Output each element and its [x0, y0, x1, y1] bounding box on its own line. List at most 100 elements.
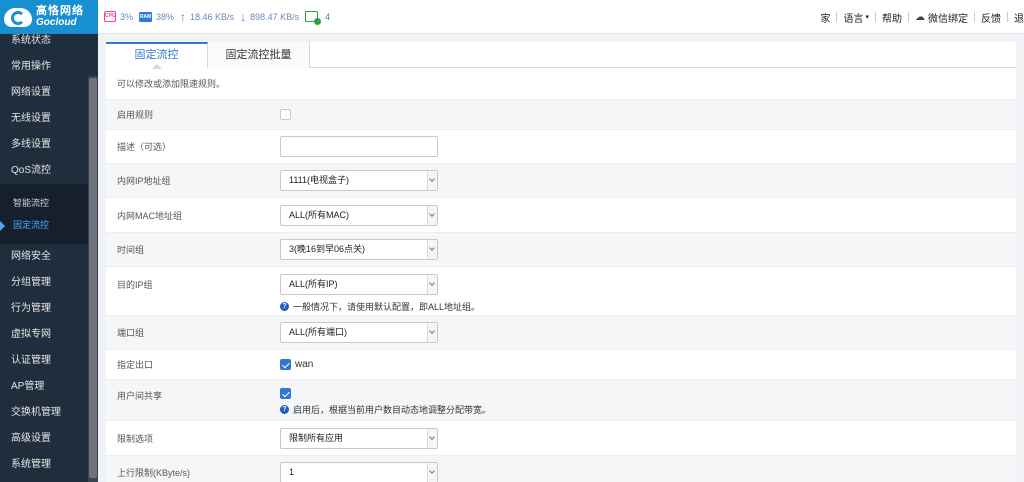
time-group-label: 时间组	[117, 245, 145, 255]
online-devices-icon	[305, 11, 322, 25]
chevron-down-icon	[427, 323, 437, 342]
mac-group-label: 内网MAC地址组	[117, 210, 182, 221]
wechat-bind-label: 微信绑定	[928, 13, 968, 25]
sidebar-item-groups[interactable]: 分组管理	[0, 270, 98, 296]
sidebar-item-vpn[interactable]: 虚拟专网	[0, 322, 98, 348]
share-checkbox[interactable]	[280, 388, 291, 399]
download-value: 898.47 KB/s	[250, 11, 300, 22]
sidebar-scrollbar-thumb[interactable]	[89, 78, 97, 478]
limit-option-label: 限制选项	[117, 433, 154, 444]
ip-group-label: 内网IP地址组	[117, 176, 171, 186]
port-group-select[interactable]: ALL(所有端口)	[280, 322, 438, 343]
wechat-bind-link[interactable]: ☁ 微信绑定	[909, 10, 974, 25]
page-description: 可以修改或添加限速规则。	[106, 68, 1016, 100]
feedback-link[interactable]: 反馈	[975, 10, 1007, 25]
row-time-group: 时间组 3(晚16到早06点关)	[106, 233, 1016, 267]
row-enable: 启用规则	[106, 100, 1016, 130]
row-dest-ip: 目的IP组 ALL(所有IP) ? 一般情况下，请使用默认配置，即ALL地址组。	[106, 267, 1016, 316]
dest-ip-select[interactable]: ALL(所有IP)	[280, 274, 438, 295]
row-upload-limit: 上行限制(KByte/s) 1	[106, 456, 1016, 482]
devices-count: 4	[325, 11, 331, 22]
limit-option-select[interactable]: 限制所有应用	[280, 427, 438, 449]
download-stat: ↓ 898.47 KB/s	[240, 10, 299, 24]
language-label: 语言	[843, 13, 864, 25]
row-limit-option: 限制选项 限制所有应用	[106, 421, 1016, 456]
sidebar-item-system-mgmt[interactable]: 系统管理	[0, 452, 98, 478]
sidebar-item-auth[interactable]: 认证管理	[0, 348, 98, 374]
upload-arrow-icon: ↑	[180, 9, 187, 24]
outlet-label: 指定出口	[117, 360, 154, 370]
wechat-icon: ☁	[915, 11, 925, 23]
sidebar-item-wireless[interactable]: 无线设置	[0, 106, 98, 132]
wan-label: wan	[295, 359, 314, 370]
share-label: 用户间共享	[117, 391, 163, 401]
time-group-select[interactable]: 3(晚16到早06点关)	[280, 239, 438, 260]
dest-ip-hint: ? 一般情况下，请使用默认配置，即ALL地址组。	[280, 300, 480, 313]
upload-limit-label: 上行限制(KByte/s)	[117, 468, 191, 478]
sidebar-subitem-smart-flow[interactable]: 智能流控	[0, 192, 98, 214]
question-icon: ?	[280, 405, 289, 414]
chevron-down-icon	[427, 171, 437, 190]
dest-ip-value: ALL(所有IP)	[289, 279, 338, 289]
description-label: 描述（可选）	[117, 142, 172, 152]
download-arrow-icon: ↓	[240, 9, 247, 24]
logout-link[interactable]: 退	[1008, 10, 1024, 25]
row-outlet: 指定出口 wan	[106, 350, 1016, 380]
row-share: 用户间共享 ? 启用后，根据当前用户数目动态地调整分配带宽。	[106, 380, 1016, 421]
sidebar-item-security[interactable]: 网络安全	[0, 244, 98, 270]
sidebar-item-switch[interactable]: 交换机管理	[0, 400, 98, 426]
sidebar-item-advanced[interactable]: 高级设置	[0, 426, 98, 452]
dest-ip-hint-text: 一般情况下，请使用默认配置，即ALL地址组。	[293, 302, 481, 312]
enable-rule-checkbox[interactable]	[280, 109, 291, 120]
user-menu[interactable]: 家	[814, 10, 836, 25]
ram-value: 38%	[156, 11, 175, 22]
active-indicator-icon	[0, 221, 5, 231]
ram-icon: RAM	[139, 11, 153, 22]
mac-group-value: ALL(所有MAC)	[289, 209, 350, 220]
row-description: 描述（可选）	[106, 130, 1016, 164]
sidebar-subitem-fixed-flow[interactable]: 固定流控	[0, 214, 98, 236]
upload-value: 18.46 KB/s	[190, 11, 235, 22]
tab-bar: 固定流控 固定流控批量	[106, 42, 1016, 69]
chevron-down-icon	[427, 275, 437, 294]
port-group-value: ALL(所有端口)	[289, 327, 348, 337]
sidebar-item-behavior[interactable]: 行为管理	[0, 296, 98, 322]
description-input[interactable]	[280, 136, 438, 157]
upload-limit-value: 1	[289, 467, 295, 477]
row-mac-group: 内网MAC地址组 ALL(所有MAC)	[106, 198, 1016, 233]
sidebar-item-network[interactable]: 网络设置	[0, 80, 98, 106]
sidebar-item-system-status[interactable]: 系统状态	[0, 28, 98, 54]
top-right-menu: 家 语言 ▾ 帮助 ☁ 微信绑定 反馈 退	[814, 0, 1024, 34]
tab-fixed-flow[interactable]: 固定流控	[106, 42, 208, 69]
sidebar-item-ap[interactable]: AP管理	[0, 374, 98, 400]
upload-stat: ↑ 18.46 KB/s	[180, 10, 234, 24]
share-hint: ? 启用后，根据当前用户数目动态地调整分配带宽。	[280, 403, 491, 416]
ip-group-value: 1111(电视盒子)	[289, 175, 350, 185]
brand-name-en: Gocloud	[36, 17, 77, 28]
devices-stat[interactable]: 4	[305, 11, 331, 25]
port-group-label: 端口组	[117, 328, 145, 338]
cpu-stat: CPU 3%	[104, 11, 133, 22]
chevron-down-icon	[427, 463, 437, 482]
tab-fixed-flow-batch[interactable]: 固定流控批量	[208, 42, 310, 68]
top-bar: CPU 3% RAM 38% ↑ 18.46 KB/s ↓ 898.47 KB/…	[98, 0, 1024, 34]
question-icon: ?	[280, 302, 289, 311]
language-menu[interactable]: 语言 ▾	[837, 10, 875, 25]
chevron-down-icon	[427, 428, 437, 448]
sidebar-item-qos[interactable]: QoS流控	[0, 158, 98, 184]
ip-group-select[interactable]: 1111(电视盒子)	[280, 170, 438, 191]
ram-stat: RAM 38%	[139, 11, 175, 22]
sidebar-item-multiline[interactable]: 多线设置	[0, 132, 98, 158]
time-group-value: 3(晚16到早06点关)	[289, 244, 366, 254]
row-ip-group: 内网IP地址组 1111(电视盒子)	[106, 164, 1016, 198]
sidebar-item-common-ops[interactable]: 常用操作	[0, 54, 98, 80]
share-hint-text: 启用后，根据当前用户数目动态地调整分配带宽。	[293, 405, 492, 415]
upload-limit-select[interactable]: 1	[280, 462, 438, 482]
main-content: 固定流控 固定流控批量 可以修改或添加限速规则。 启用规则 描述（可选） 内网I…	[106, 42, 1016, 482]
chevron-down-icon	[427, 240, 437, 259]
mac-group-select[interactable]: ALL(所有MAC)	[280, 204, 438, 226]
caret-down-icon: ▾	[865, 14, 869, 21]
help-link[interactable]: 帮助	[876, 10, 908, 25]
wan-checkbox[interactable]	[280, 359, 291, 370]
cloud-logo-icon	[4, 5, 32, 29]
